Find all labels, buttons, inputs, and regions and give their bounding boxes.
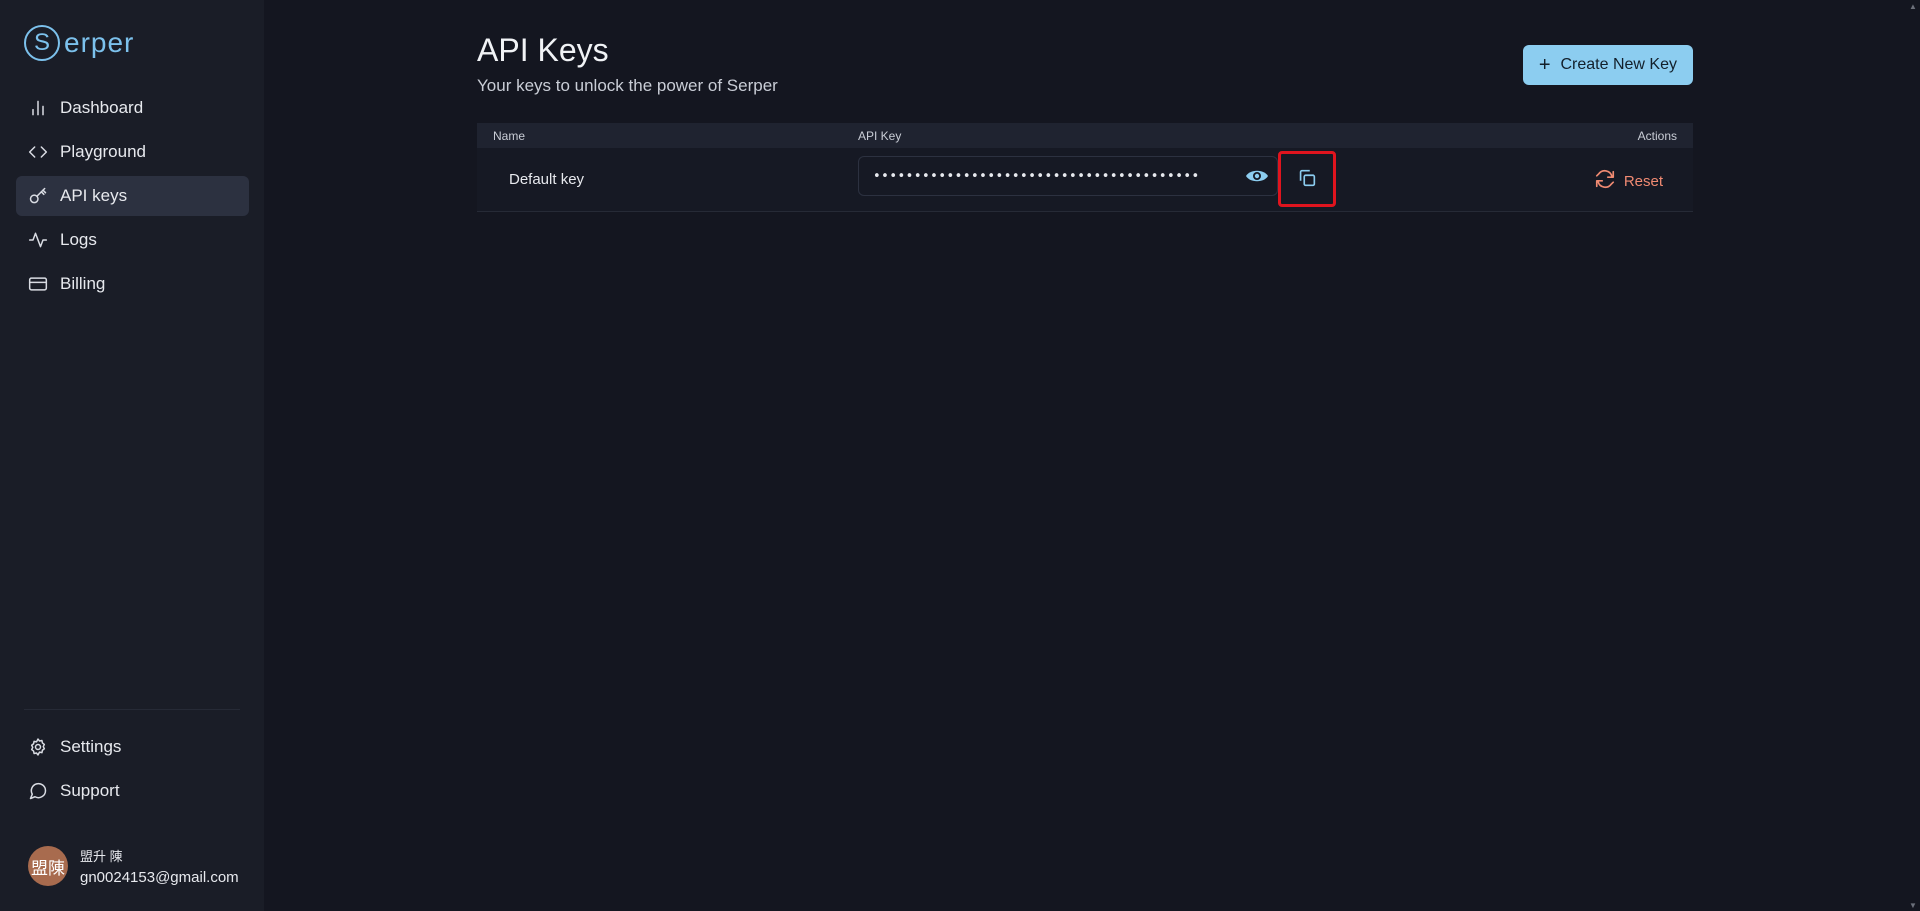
chat-bubble-icon (28, 781, 48, 801)
user-info: 盟升 陳 gn0024153@gmail.com (80, 846, 239, 886)
avatar: 盟陳 (28, 846, 68, 886)
column-header-name: Name (493, 128, 526, 143)
reset-label: Reset (1623, 172, 1663, 190)
user-profile[interactable]: 盟陳 盟升 陳 gn0024153@gmail.com (28, 846, 239, 886)
sidebar-item-logs[interactable]: Logs (16, 220, 249, 260)
create-new-key-button[interactable]: + Create New Key (1522, 45, 1693, 85)
sidebar-item-label: API keys (60, 186, 128, 205)
sidebar-item-dashboard[interactable]: Dashboard (16, 88, 249, 128)
refresh-icon (1594, 168, 1624, 194)
sidebar-item-settings[interactable]: Settings (16, 727, 249, 767)
sidebar-item-label: Dashboard (60, 98, 144, 117)
sidebar-item-label: Playground (60, 142, 147, 161)
sidebar-item-support[interactable]: Support (16, 771, 249, 811)
api-key-masked-value: •••••••••••••••••••••••••••••••••••••••• (873, 168, 1200, 184)
plus-icon: + (1538, 54, 1551, 76)
page-title: API Keys (477, 32, 609, 68)
code-icon (28, 142, 48, 162)
sidebar-item-api-keys[interactable]: API keys (16, 176, 249, 216)
sidebar-nav: Dashboard Playground API keys Logs Billi… (16, 88, 249, 308)
copy-key-button[interactable] (1278, 151, 1336, 207)
key-icon (28, 186, 48, 206)
sidebar-item-label: Logs (60, 230, 97, 249)
key-name: Default key (509, 171, 585, 188)
sidebar-item-label: Settings (60, 737, 122, 756)
api-keys-table: Name API Key Actions Default key •••••••… (477, 123, 1693, 212)
reset-key-button[interactable]: Reset (1594, 168, 1663, 194)
logo-mark: S (24, 25, 60, 61)
page-subtitle: Your keys to unlock the power of Serper (477, 76, 778, 95)
table-row: Default key ••••••••••••••••••••••••••••… (477, 148, 1693, 212)
serper-logo[interactable]: S erper (24, 24, 134, 62)
user-name: 盟升 陳 (80, 849, 123, 864)
logo-text: erper (64, 27, 135, 58)
sidebar-item-billing[interactable]: Billing (16, 264, 249, 304)
sidebar: S erper Dashboard Playground API keys Lo… (0, 0, 264, 911)
sidebar-item-label: Support (60, 781, 120, 800)
sidebar-item-label: Billing (60, 274, 106, 293)
table-header: Name API Key Actions (477, 123, 1693, 148)
scrollbar-up-arrow[interactable]: ▲ (1908, 2, 1918, 11)
sidebar-divider (24, 709, 240, 710)
sidebar-bottom-nav: Settings Support (16, 727, 249, 815)
gear-icon (28, 737, 48, 757)
scrollbar-down-arrow[interactable]: ▼ (1908, 901, 1918, 910)
copy-icon (1296, 167, 1318, 192)
bar-chart-icon (28, 98, 48, 118)
activity-icon (28, 230, 48, 250)
eye-icon[interactable] (1245, 166, 1269, 186)
create-new-key-label: Create New Key (1560, 56, 1678, 73)
column-header-actions: Actions (1637, 128, 1677, 143)
user-email: gn0024153@gmail.com (80, 869, 239, 886)
sidebar-item-playground[interactable]: Playground (16, 132, 249, 172)
app-window: S erper Dashboard Playground API keys Lo… (0, 0, 1920, 911)
credit-card-icon (28, 274, 48, 294)
api-key-field[interactable]: •••••••••••••••••••••••••••••••••••••••• (858, 156, 1278, 196)
column-header-api-key: API Key (858, 128, 902, 143)
